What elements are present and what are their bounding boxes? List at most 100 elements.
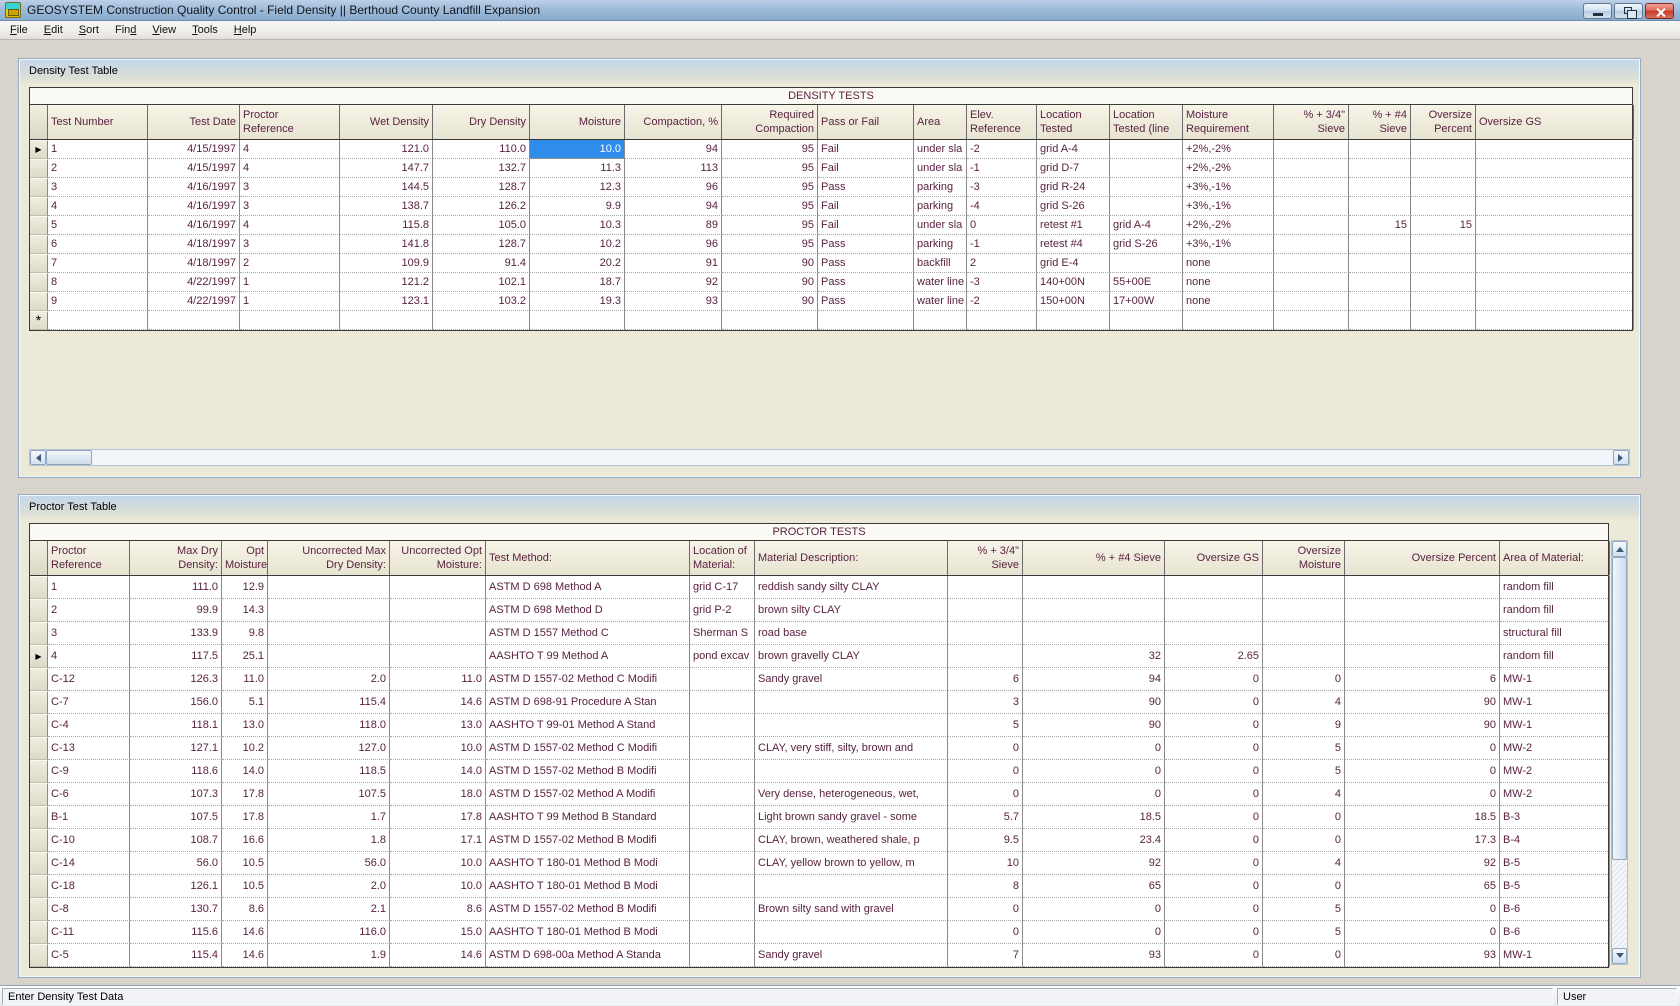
grid-cell[interactable]: [1263, 645, 1345, 668]
grid-cell[interactable]: C-13: [48, 737, 130, 760]
grid-cell[interactable]: 1.7: [268, 806, 390, 829]
grid-cell[interactable]: [1349, 235, 1411, 254]
grid-cell[interactable]: 0: [1165, 668, 1263, 691]
select-all-corner[interactable]: [30, 105, 48, 139]
grid-cell[interactable]: 0: [1345, 783, 1500, 806]
grid-cell[interactable]: 6: [948, 668, 1023, 691]
grid-cell[interactable]: 15.0: [390, 921, 486, 944]
grid-cell[interactable]: ASTM D 698-00a Method A Standa: [486, 944, 690, 967]
grid-cell[interactable]: 0: [1023, 898, 1165, 921]
grid-cell[interactable]: 0: [1345, 921, 1500, 944]
grid-cell[interactable]: grid C-17: [690, 576, 755, 599]
grid-cell[interactable]: 141.8: [340, 235, 433, 254]
grid-cell[interactable]: 1.9: [268, 944, 390, 967]
grid-cell[interactable]: 107.3: [130, 783, 222, 806]
grid-cell[interactable]: [690, 760, 755, 783]
row-selector[interactable]: [30, 599, 48, 622]
grid-cell[interactable]: [1411, 254, 1476, 273]
grid-cell[interactable]: 4: [48, 197, 148, 216]
grid-cell[interactable]: 89: [625, 216, 722, 235]
grid-cell[interactable]: ASTM D 698 Method A: [486, 576, 690, 599]
grid-cell[interactable]: 0: [948, 737, 1023, 760]
grid-cell[interactable]: [755, 714, 948, 737]
grid-cell[interactable]: CLAY, very stiff, silty, brown and: [755, 737, 948, 760]
grid-cell[interactable]: 118.5: [268, 760, 390, 783]
grid-cell[interactable]: [1411, 197, 1476, 216]
row-selector[interactable]: [30, 668, 48, 691]
grid-cell[interactable]: 93: [1023, 944, 1165, 967]
grid-cell[interactable]: 150+00N: [1037, 292, 1110, 311]
grid-cell[interactable]: 1: [48, 140, 148, 159]
grid-cell[interactable]: 0: [1345, 737, 1500, 760]
grid-cell[interactable]: 0: [948, 760, 1023, 783]
grid-cell[interactable]: 0: [1263, 829, 1345, 852]
grid-cell[interactable]: [1165, 576, 1263, 599]
grid-cell[interactable]: B-5: [1500, 852, 1610, 875]
grid-cell[interactable]: [1274, 311, 1349, 330]
grid-cell[interactable]: 17.8: [222, 806, 268, 829]
grid-cell[interactable]: 91: [625, 254, 722, 273]
column-header[interactable]: Wet Density: [340, 105, 433, 139]
grid-cell[interactable]: 94: [1023, 668, 1165, 691]
grid-cell[interactable]: [148, 311, 240, 330]
grid-cell[interactable]: -2: [967, 292, 1037, 311]
grid-cell[interactable]: MW-2: [1500, 760, 1610, 783]
grid-cell[interactable]: [1274, 292, 1349, 311]
grid-cell[interactable]: 17.8: [222, 783, 268, 806]
grid-cell[interactable]: ASTM D 1557-02 Method C Modifi: [486, 668, 690, 691]
grid-cell[interactable]: [1349, 178, 1411, 197]
grid-cell[interactable]: [1110, 140, 1183, 159]
grid-cell[interactable]: Fail: [818, 197, 914, 216]
grid-cell[interactable]: -3: [967, 273, 1037, 292]
row-selector[interactable]: [30, 898, 48, 921]
grid-cell[interactable]: [1274, 216, 1349, 235]
grid-cell[interactable]: [755, 760, 948, 783]
grid-cell[interactable]: +3%,-1%: [1183, 178, 1274, 197]
grid-cell[interactable]: 128.7: [433, 178, 530, 197]
grid-cell[interactable]: [1274, 235, 1349, 254]
grid-cell[interactable]: 7: [948, 944, 1023, 967]
grid-cell[interactable]: 16.6: [222, 829, 268, 852]
grid-cell[interactable]: MW-1: [1500, 944, 1610, 967]
grid-cell[interactable]: [1023, 576, 1165, 599]
grid-cell[interactable]: MW-2: [1500, 783, 1610, 806]
grid-cell[interactable]: [1345, 576, 1500, 599]
grid-cell[interactable]: 103.2: [433, 292, 530, 311]
grid-cell[interactable]: 0: [1165, 806, 1263, 829]
grid-cell[interactable]: [1411, 140, 1476, 159]
grid-cell[interactable]: 14.6: [222, 921, 268, 944]
grid-cell[interactable]: under sla: [914, 216, 967, 235]
grid-cell[interactable]: [268, 599, 390, 622]
grid-cell[interactable]: 4: [240, 159, 340, 178]
grid-cell[interactable]: [1037, 311, 1110, 330]
grid-cell[interactable]: [1110, 311, 1183, 330]
column-header[interactable]: LocationTested (line: [1110, 105, 1183, 139]
column-header[interactable]: Pass or Fail: [818, 105, 914, 139]
grid-cell[interactable]: 2: [48, 159, 148, 178]
grid-cell[interactable]: 0: [1165, 898, 1263, 921]
grid-cell[interactable]: MW-1: [1500, 668, 1610, 691]
grid-cell[interactable]: [1349, 140, 1411, 159]
grid-cell[interactable]: 8: [48, 273, 148, 292]
grid-cell[interactable]: [433, 311, 530, 330]
grid-cell[interactable]: 4/16/1997: [148, 197, 240, 216]
grid-cell[interactable]: [1411, 159, 1476, 178]
menu-item-help[interactable]: Help: [226, 22, 265, 38]
grid-cell[interactable]: 90: [1345, 691, 1500, 714]
grid-cell[interactable]: 9.5: [948, 829, 1023, 852]
row-selector[interactable]: [30, 235, 48, 254]
grid-cell[interactable]: road base: [755, 622, 948, 645]
grid-cell[interactable]: 4: [48, 645, 130, 668]
grid-cell[interactable]: +2%,-2%: [1183, 159, 1274, 178]
grid-cell[interactable]: 18.0: [390, 783, 486, 806]
grid-cell[interactable]: 9.8: [222, 622, 268, 645]
horizontal-scroll-track[interactable]: [92, 450, 1613, 465]
grid-cell[interactable]: B-5: [1500, 875, 1610, 898]
row-selector[interactable]: [30, 622, 48, 645]
grid-cell[interactable]: 116.0: [268, 921, 390, 944]
column-header[interactable]: Oversize GS: [1476, 105, 1634, 139]
grid-cell[interactable]: 117.5: [130, 645, 222, 668]
grid-cell[interactable]: 0: [1023, 760, 1165, 783]
grid-cell[interactable]: 18.5: [1023, 806, 1165, 829]
grid-cell[interactable]: [1110, 159, 1183, 178]
